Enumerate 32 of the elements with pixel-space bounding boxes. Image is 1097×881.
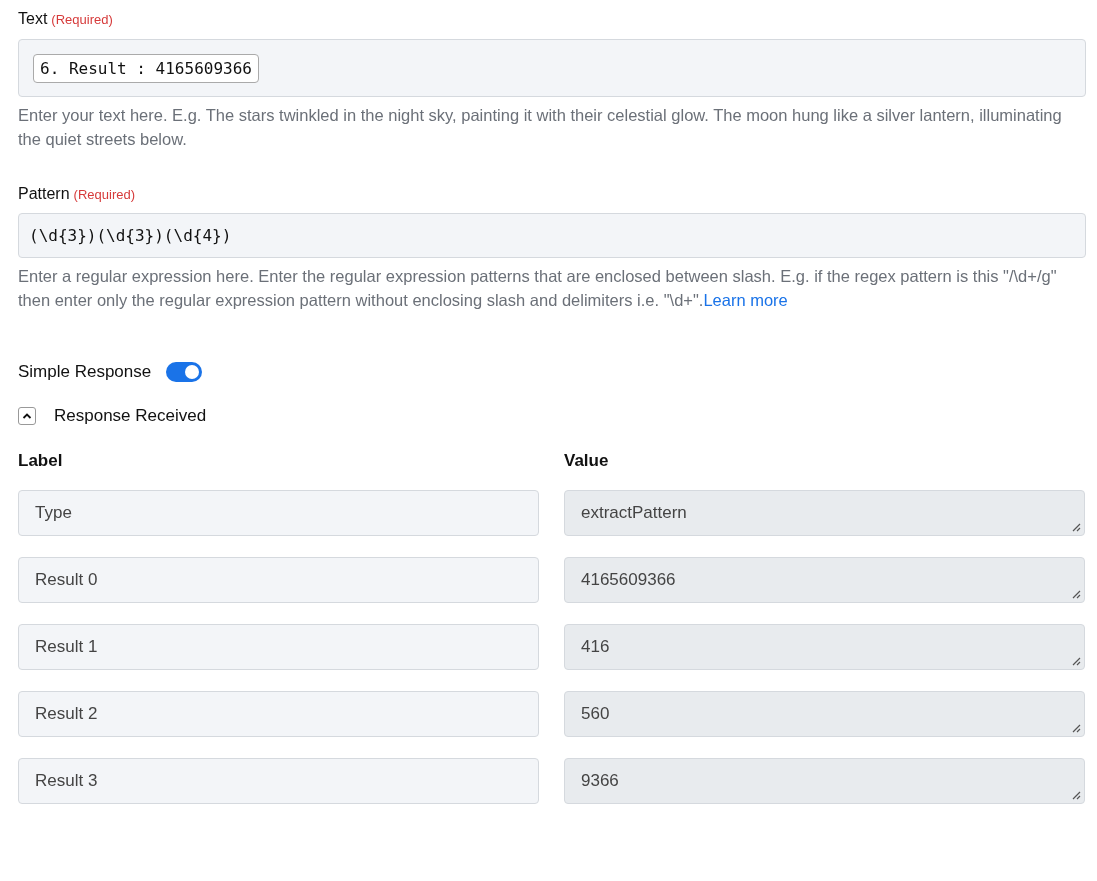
resize-grip-icon xyxy=(1072,791,1081,800)
help-text: Enter a regular expression here. Enter the regular expression patterns that are enclosed between slash. E.g. if the regex pattern is this "/\d+/g" then enter only the regular expression pattern without enclosing slash and delimiters i.e. "\d+".Learn more xyxy=(18,266,1058,311)
resize-grip-icon xyxy=(1072,523,1081,532)
required-note: (Required) xyxy=(51,12,113,27)
label-field[interactable]: Type xyxy=(18,490,539,536)
value-field[interactable]: 9366 xyxy=(564,758,1085,804)
chevron-icon xyxy=(22,412,32,420)
learn-more-link[interactable]: Learn more xyxy=(703,291,788,309)
pattern-input-field[interactable]: (\d{3})(\d{3})(\d{4}) xyxy=(18,213,1086,258)
text-input-field[interactable]: 6. Result : 4165609366 xyxy=(18,39,1086,97)
resize-grip-icon xyxy=(1072,724,1081,733)
section-title: Response Received xyxy=(54,406,207,426)
token-chip[interactable]: 6. Result : 4165609366 xyxy=(33,53,259,83)
required-note: (Required) xyxy=(73,187,135,202)
value-field[interactable]: 4165609366 xyxy=(564,557,1085,603)
value-field[interactable]: extractPattern xyxy=(564,490,1085,536)
resize-grip-icon xyxy=(1072,590,1081,599)
field-label: Text xyxy=(18,10,48,28)
toggle-switch[interactable] xyxy=(166,362,203,382)
resize-grip-icon xyxy=(1072,657,1081,666)
column-header: Value xyxy=(564,451,610,471)
label-field[interactable]: Result 3 xyxy=(18,758,539,804)
field-label: Pattern xyxy=(18,185,70,203)
collapse-toggle[interactable] xyxy=(18,407,36,425)
value-field[interactable]: 416 xyxy=(564,624,1085,670)
help-text: Enter your text here. E.g. The stars twinkled in the night sky, painting it with their celestial glow. The moon hung like a silver lantern, illuminating the quiet streets below. xyxy=(18,105,1063,150)
label-field[interactable]: Result 0 xyxy=(18,557,539,603)
label-field[interactable]: Result 1 xyxy=(18,624,539,670)
label-field[interactable]: Result 2 xyxy=(18,691,539,737)
value-field[interactable]: 560 xyxy=(564,691,1085,737)
column-header: Label xyxy=(18,451,64,471)
toggle-label: Simple Response xyxy=(18,362,152,382)
